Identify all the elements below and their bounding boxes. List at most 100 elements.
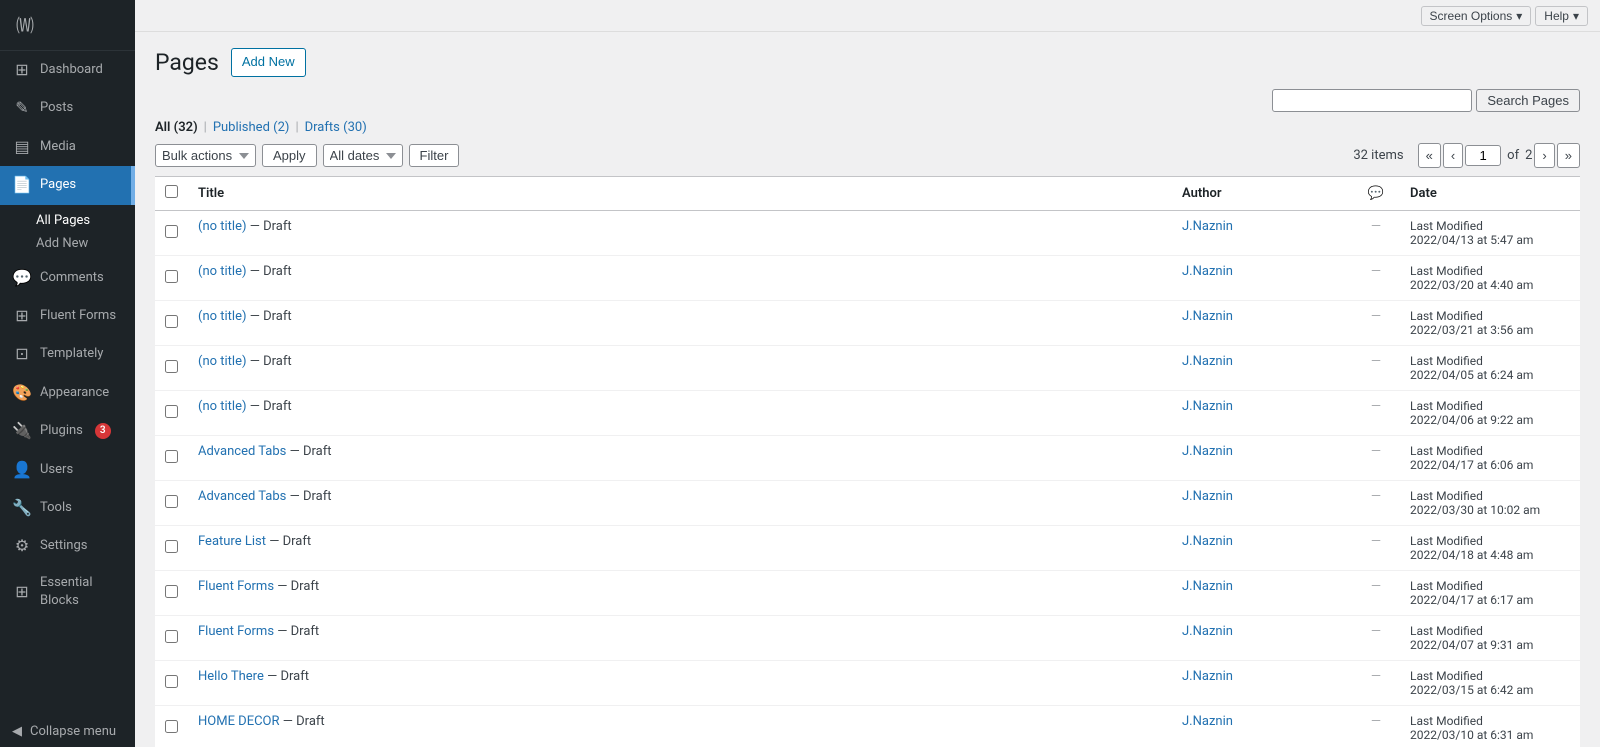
page-title-link[interactable]: Advanced Tabs	[198, 444, 286, 459]
first-page-button[interactable]: «	[1418, 143, 1441, 169]
page-title-link[interactable]: (no title)	[198, 399, 247, 414]
row-checkbox[interactable]	[165, 675, 178, 688]
author-link[interactable]: J.Naznin	[1182, 624, 1233, 639]
row-date-cell: Last Modified 2022/04/17 at 6:06 am	[1400, 436, 1580, 481]
date-label: Last Modified	[1410, 669, 1570, 683]
sidebar-item-pages[interactable]: 📄 Pages	[0, 166, 135, 204]
page-title-link[interactable]: (no title)	[198, 354, 247, 369]
row-checkbox[interactable]	[165, 270, 178, 283]
sidebar-item-essential-blocks[interactable]: ⊞ Essential Blocks	[0, 566, 135, 618]
sidebar-item-appearance[interactable]: 🎨 Appearance	[0, 374, 135, 412]
date-filter-select[interactable]: All dates	[323, 144, 403, 167]
last-page-button[interactable]: »	[1557, 143, 1580, 169]
col-date-header[interactable]: Date	[1400, 177, 1580, 211]
date-label: Last Modified	[1410, 399, 1570, 413]
row-checkbox-cell	[155, 436, 188, 481]
page-title-link[interactable]: Advanced Tabs	[198, 489, 286, 504]
sidebar-item-tools[interactable]: 🔧 Tools	[0, 489, 135, 527]
author-link[interactable]: J.Naznin	[1182, 714, 1233, 729]
author-link[interactable]: J.Naznin	[1182, 444, 1233, 459]
row-checkbox[interactable]	[165, 720, 178, 733]
bulk-actions-select[interactable]: Bulk actions	[155, 144, 256, 167]
sidebar-pages-submenu: All Pages Add New	[0, 205, 135, 259]
author-link[interactable]: J.Naznin	[1182, 579, 1233, 594]
author-link[interactable]: J.Naznin	[1182, 264, 1233, 279]
col-title-header[interactable]: Title	[188, 177, 1172, 211]
sidebar-item-comments[interactable]: 💬 Comments	[0, 259, 135, 297]
users-icon: 👤	[12, 459, 32, 481]
page-number-input[interactable]	[1465, 145, 1501, 166]
table-row: HOME DECOR — Draft J.Naznin — Last Modif…	[155, 706, 1580, 747]
row-date-cell: Last Modified 2022/04/13 at 5:47 am	[1400, 211, 1580, 256]
apply-button[interactable]: Apply	[262, 144, 317, 167]
row-checkbox[interactable]	[165, 540, 178, 553]
row-checkbox[interactable]	[165, 225, 178, 238]
page-title-link[interactable]: Feature List	[198, 534, 266, 549]
screen-options-button[interactable]: Screen Options ▾	[1421, 6, 1532, 26]
collapse-menu-button[interactable]: ◀ Collapse menu	[0, 716, 135, 747]
page-title-link[interactable]: (no title)	[198, 219, 247, 234]
table-row: Advanced Tabs — Draft J.Naznin — Last Mo…	[155, 481, 1580, 526]
prev-page-button[interactable]: ‹	[1443, 143, 1463, 169]
sidebar-label-users: Users	[40, 461, 73, 479]
author-link[interactable]: J.Naznin	[1182, 669, 1233, 684]
row-checkbox-cell	[155, 616, 188, 661]
filter-drafts[interactable]: Drafts (30)	[305, 120, 367, 135]
next-page-button[interactable]: ›	[1534, 143, 1554, 169]
comments-icon: 💬	[12, 267, 32, 289]
author-link[interactable]: J.Naznin	[1182, 219, 1233, 234]
sidebar-item-dashboard[interactable]: ⊞ Dashboard	[0, 51, 135, 89]
author-link[interactable]: J.Naznin	[1182, 354, 1233, 369]
page-title-link[interactable]: Hello There	[198, 669, 264, 684]
sidebar-sub-add-new[interactable]: Add New	[36, 232, 135, 255]
table-row: (no title) — Draft J.Naznin — Last Modif…	[155, 301, 1580, 346]
filter-published[interactable]: Published (2)	[213, 120, 290, 135]
add-new-button[interactable]: Add New	[231, 48, 306, 77]
page-title-link[interactable]: (no title)	[198, 309, 247, 324]
select-all-checkbox[interactable]	[165, 185, 178, 198]
date-value: 2022/03/10 at 6:31 am	[1410, 728, 1570, 742]
table-row: (no title) — Draft J.Naznin — Last Modif…	[155, 391, 1580, 436]
help-button[interactable]: Help ▾	[1535, 6, 1588, 26]
sidebar-item-settings[interactable]: ⚙ Settings	[0, 527, 135, 565]
row-date-cell: Last Modified 2022/04/18 at 4:48 am	[1400, 526, 1580, 571]
sidebar-item-plugins[interactable]: 🔌 Plugins 3	[0, 412, 135, 450]
comment-dash: —	[1371, 624, 1381, 639]
row-checkbox[interactable]	[165, 585, 178, 598]
page-title-link[interactable]: (no title)	[198, 264, 247, 279]
author-link[interactable]: J.Naznin	[1182, 534, 1233, 549]
search-pages-button[interactable]: Search Pages	[1476, 89, 1580, 112]
row-checkbox[interactable]	[165, 360, 178, 373]
sidebar-item-posts[interactable]: ✎ Posts	[0, 89, 135, 127]
row-title-cell: Fluent Forms — Draft	[188, 571, 1172, 616]
col-author-header[interactable]: Author	[1172, 177, 1352, 211]
sidebar-item-media[interactable]: ▤ Media	[0, 128, 135, 166]
row-checkbox[interactable]	[165, 495, 178, 508]
row-checkbox[interactable]	[165, 630, 178, 643]
row-date-cell: Last Modified 2022/03/10 at 6:31 am	[1400, 706, 1580, 747]
page-title-link[interactable]: HOME DECOR	[198, 714, 280, 729]
sidebar-item-fluent-forms[interactable]: ⊞ Fluent Forms	[0, 297, 135, 335]
row-comment-cell: —	[1352, 391, 1400, 436]
filter-all[interactable]: All (32)	[155, 120, 198, 135]
row-checkbox[interactable]	[165, 405, 178, 418]
row-checkbox[interactable]	[165, 450, 178, 463]
author-link[interactable]: J.Naznin	[1182, 489, 1233, 504]
row-title-cell: (no title) — Draft	[188, 256, 1172, 301]
filter-button[interactable]: Filter	[409, 144, 460, 167]
row-comment-cell: —	[1352, 256, 1400, 301]
author-link[interactable]: J.Naznin	[1182, 309, 1233, 324]
sidebar-sub-all-pages[interactable]: All Pages	[36, 209, 135, 232]
comment-dash: —	[1371, 579, 1381, 594]
date-label: Last Modified	[1410, 309, 1570, 323]
row-title-cell: Fluent Forms — Draft	[188, 616, 1172, 661]
row-checkbox[interactable]	[165, 315, 178, 328]
search-input[interactable]	[1272, 89, 1472, 112]
sidebar-item-users[interactable]: 👤 Users	[0, 451, 135, 489]
author-link[interactable]: J.Naznin	[1182, 399, 1233, 414]
page-title-link[interactable]: Fluent Forms	[198, 624, 274, 639]
sidebar-item-templately[interactable]: ⊡ Templately	[0, 335, 135, 373]
comment-dash: —	[1371, 354, 1381, 369]
row-date-cell: Last Modified 2022/03/21 at 3:56 am	[1400, 301, 1580, 346]
page-title-link[interactable]: Fluent Forms	[198, 579, 274, 594]
